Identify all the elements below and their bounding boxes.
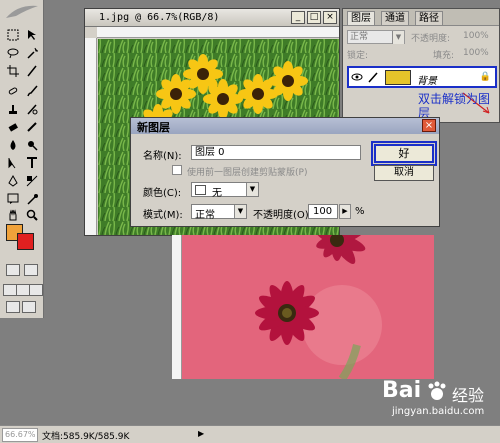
move-tool-icon[interactable] xyxy=(23,28,40,44)
shape-tool-icon[interactable] xyxy=(23,174,40,190)
tab-paths[interactable]: 路径 xyxy=(415,11,443,25)
layers-panel-tabs: 图层 通道 路径 xyxy=(343,9,499,26)
opacity-label: 不透明度(O): xyxy=(253,210,313,221)
paw-logo-icon xyxy=(428,381,446,400)
lock-icon: 🔒 xyxy=(479,72,491,82)
opacity-value[interactable]: 100% xyxy=(463,31,489,41)
close-button[interactable]: × xyxy=(323,11,337,24)
history-brush-icon[interactable] xyxy=(23,102,40,118)
lock-fill-row: 锁定: 填充: 100% xyxy=(347,47,497,62)
annotation-text: 双击解锁为图层 xyxy=(418,92,491,120)
tab-layers[interactable]: 图层 xyxy=(347,11,375,25)
mode-label: 模式(M): xyxy=(143,210,183,221)
vertical-ruler-doc2 xyxy=(172,235,182,379)
imageready-button[interactable] xyxy=(6,301,20,313)
status-bar: 66.67% 文档:585.9K/585.9K ▶ xyxy=(0,425,500,443)
fill-label: 填充: xyxy=(433,51,455,61)
marquee-tool-icon[interactable] xyxy=(4,28,21,44)
vertical-ruler xyxy=(85,38,97,235)
zoom-tool-icon[interactable] xyxy=(23,208,40,224)
document-window-pink-flower xyxy=(172,235,434,379)
notes-tool-icon[interactable] xyxy=(4,192,21,208)
lock-label: 锁定: xyxy=(347,51,369,61)
color-value: 无 xyxy=(212,188,222,199)
toolbox xyxy=(0,0,44,318)
dialog-title: 新图层 xyxy=(137,121,170,134)
ok-button[interactable]: 好 xyxy=(374,144,434,163)
watermark-url: jingyan.baidu.com xyxy=(392,406,485,417)
pink-flower-image xyxy=(182,235,434,379)
blend-opacity-row: 正常 ▼ 不透明度: 100% xyxy=(347,30,497,45)
color-swatch xyxy=(195,185,206,195)
color-select[interactable]: 无 ▼ xyxy=(191,182,259,199)
baidu-watermark: Bai 经验 jingyan.baidu.com xyxy=(376,378,496,422)
lasso-tool-icon[interactable] xyxy=(4,46,21,62)
watermark-brand: Bai xyxy=(382,378,422,403)
eyedropper-icon[interactable] xyxy=(23,192,40,208)
hand-tool-icon[interactable] xyxy=(4,208,21,224)
zoom-field[interactable]: 66.67% xyxy=(2,428,38,442)
photoshop-workspace: 1.jpg @ 66.7%(RGB/8) _ □ × 图层 通道 路径 正常 ▼… xyxy=(0,0,500,443)
document-title: 1.jpg @ 66.7%(RGB/8) xyxy=(99,12,220,23)
watermark-cn: 经验 xyxy=(452,386,485,405)
eraser-tool-icon[interactable] xyxy=(4,120,21,136)
gradient-tool-icon[interactable] xyxy=(23,120,40,136)
mode-select[interactable]: 正常 ▼ xyxy=(191,204,247,221)
chevron-down-icon: ▼ xyxy=(234,205,246,218)
close-icon[interactable]: × xyxy=(422,119,436,132)
status-menu-arrow-icon[interactable]: ▶ xyxy=(198,429,204,438)
chevron-down-icon: ▼ xyxy=(392,31,404,44)
new-layer-dialog: 新图层 × 名称(N): 图层 0 使用前一图层创建剪贴蒙版(P) 颜色(C):… xyxy=(130,117,440,227)
background-color-swatch[interactable] xyxy=(17,233,34,250)
layer-thumbnail xyxy=(385,70,411,85)
opacity-input[interactable]: 100 xyxy=(308,204,338,219)
opacity-label: 不透明度: xyxy=(411,34,451,44)
fill-value[interactable]: 100% xyxy=(463,48,489,58)
color-label: 颜色(C): xyxy=(143,188,182,199)
mode-value: 正常 xyxy=(195,210,215,221)
document-title-bar[interactable]: 1.jpg @ 66.7%(RGB/8) _ □ × xyxy=(85,9,339,27)
screen-mode-full-button[interactable] xyxy=(29,284,43,296)
eye-icon[interactable] xyxy=(351,72,363,82)
minimize-button[interactable]: _ xyxy=(291,11,305,24)
tab-channels[interactable]: 通道 xyxy=(381,11,409,25)
magic-wand-icon[interactable] xyxy=(23,46,40,62)
blur-tool-icon[interactable] xyxy=(4,138,21,154)
pen-tool-icon[interactable] xyxy=(4,174,21,190)
layer-name: 背景 xyxy=(417,76,437,87)
quick-mask-button[interactable] xyxy=(24,264,38,276)
stamp-tool-icon[interactable] xyxy=(4,102,21,118)
brush-icon xyxy=(368,72,378,83)
background-layer-row[interactable]: 背景 🔒 xyxy=(347,66,497,88)
horizontal-ruler xyxy=(97,27,339,38)
standard-mode-button[interactable] xyxy=(6,264,20,276)
brush-tool-icon[interactable] xyxy=(23,84,40,100)
name-label: 名称(N): xyxy=(143,151,182,162)
opacity-slider-button[interactable]: ▶ xyxy=(339,204,351,219)
clipping-mask-label: 使用前一图层创建剪贴蒙版(P) xyxy=(187,168,308,178)
feather-logo-icon xyxy=(6,5,38,18)
type-tool-icon[interactable] xyxy=(23,156,40,172)
healing-brush-icon[interactable] xyxy=(4,84,21,100)
maximize-button[interactable]: □ xyxy=(307,11,321,24)
cancel-button[interactable]: 取消 xyxy=(374,165,434,181)
blend-mode-select[interactable]: 正常 ▼ xyxy=(347,30,405,44)
chevron-down-icon: ▼ xyxy=(246,183,258,196)
clipping-mask-checkbox[interactable] xyxy=(172,165,182,175)
opacity-unit: % xyxy=(355,206,365,217)
document-size: 文档:585.9K/585.9K xyxy=(42,432,130,442)
screen-mode-menu-button[interactable] xyxy=(16,284,30,296)
jump-button[interactable] xyxy=(22,301,36,313)
slice-tool-icon[interactable] xyxy=(23,64,40,80)
dodge-tool-icon[interactable] xyxy=(23,138,40,154)
screen-mode-standard-button[interactable] xyxy=(3,284,17,296)
dialog-title-bar[interactable]: 新图层 × xyxy=(131,118,439,134)
name-input[interactable]: 图层 0 xyxy=(191,145,361,160)
crop-tool-icon[interactable] xyxy=(4,64,21,80)
path-select-icon[interactable] xyxy=(4,156,21,172)
